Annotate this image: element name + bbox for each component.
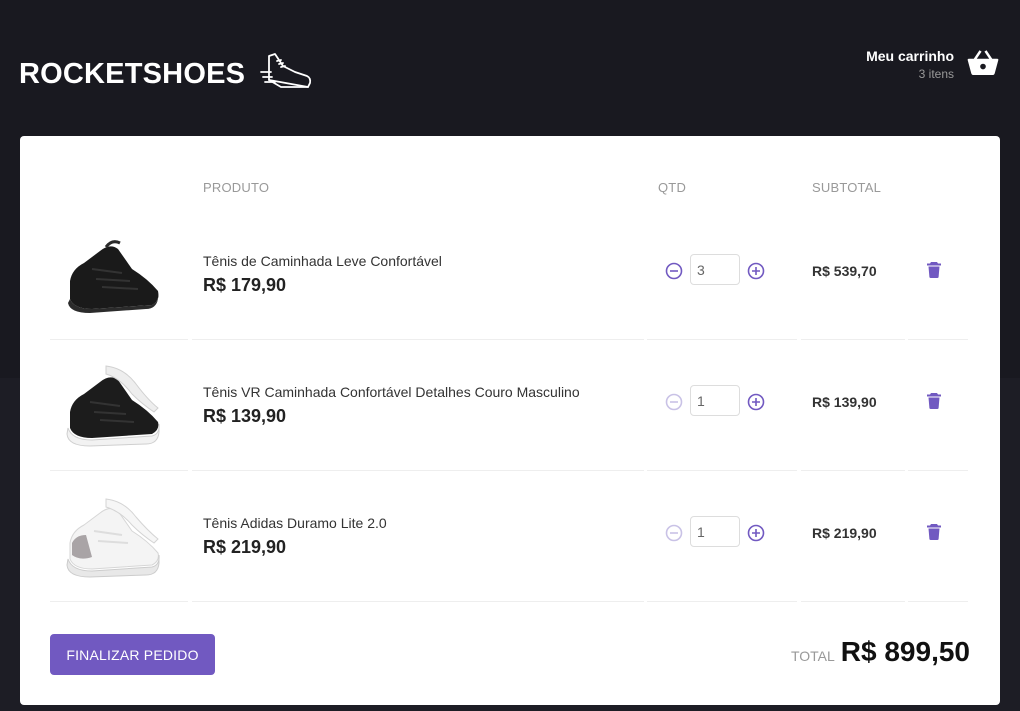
minus-circle-icon	[665, 393, 683, 411]
increment-button[interactable]	[746, 523, 766, 543]
product-price: R$ 139,90	[203, 406, 287, 426]
product-image	[68, 240, 159, 313]
quantity-input[interactable]	[690, 385, 740, 416]
quantity-input[interactable]	[690, 516, 740, 547]
finish-order-button[interactable]: FINALIZAR PEDIDO	[50, 634, 215, 675]
cart-item-row: Tênis VR Caminhada Confortável Detalhes …	[50, 340, 968, 471]
plus-circle-icon	[747, 524, 765, 542]
minus-circle-icon	[665, 262, 683, 280]
logo[interactable]: ROCKETSHOES	[19, 44, 313, 100]
item-subtotal: R$ 219,90	[812, 525, 877, 541]
cart-title: Meu carrinho	[866, 48, 954, 64]
trash-icon	[927, 524, 941, 540]
cart-item-row: Tênis de Caminhada Leve Confortável R$ 1…	[50, 209, 968, 340]
product-image	[66, 365, 160, 447]
header: ROCKETSHOES Meu carrinho 3 itens	[0, 0, 1020, 136]
basket-icon	[967, 50, 999, 76]
minus-circle-icon	[665, 524, 683, 542]
product-title[interactable]: Tênis VR Caminhada Confortável Detalhes …	[203, 384, 580, 400]
product-title[interactable]: Tênis Adidas Duramo Lite 2.0	[203, 515, 387, 531]
trash-icon	[927, 393, 941, 409]
cart-link[interactable]: Meu carrinho 3 itens	[866, 45, 1000, 81]
remove-item-button[interactable]	[924, 522, 944, 542]
total-label: TOTAL	[790, 648, 835, 664]
logo-text: ROCKETSHOES	[19, 58, 246, 90]
remove-item-button[interactable]	[924, 391, 944, 411]
increment-button[interactable]	[746, 261, 766, 281]
total-value: R$ 899,50	[840, 636, 970, 667]
column-header-qty: QTD	[658, 180, 687, 195]
column-header-subtotal: SUBTOTAL	[812, 180, 882, 195]
item-subtotal: R$ 539,70	[812, 263, 877, 279]
remove-item-button[interactable]	[924, 260, 944, 280]
order-total: TOTAL R$ 899,50	[791, 636, 970, 668]
column-header-product: PRODUTO	[203, 180, 270, 195]
item-subtotal: R$ 139,90	[812, 394, 877, 410]
trash-icon	[927, 262, 941, 278]
increment-button[interactable]	[746, 392, 766, 412]
product-image	[66, 498, 160, 578]
cart-panel: PRODUTO QTD SUBTOTAL Tênis de Caminhada …	[20, 136, 1000, 705]
product-price: R$ 179,90	[203, 275, 287, 295]
decrement-button[interactable]	[664, 261, 684, 281]
product-price: R$ 219,90	[203, 537, 287, 557]
product-title[interactable]: Tênis de Caminhada Leve Confortável	[203, 253, 442, 269]
running-shoe-icon	[260, 53, 312, 88]
decrement-button[interactable]	[664, 392, 684, 412]
quantity-input[interactable]	[690, 254, 740, 285]
plus-circle-icon	[747, 393, 765, 411]
cart-item-count: 3 itens	[918, 67, 954, 81]
plus-circle-icon	[747, 262, 765, 280]
decrement-button[interactable]	[664, 523, 684, 543]
cart-item-row: Tênis Adidas Duramo Lite 2.0 R$ 219,90 R…	[50, 471, 968, 602]
